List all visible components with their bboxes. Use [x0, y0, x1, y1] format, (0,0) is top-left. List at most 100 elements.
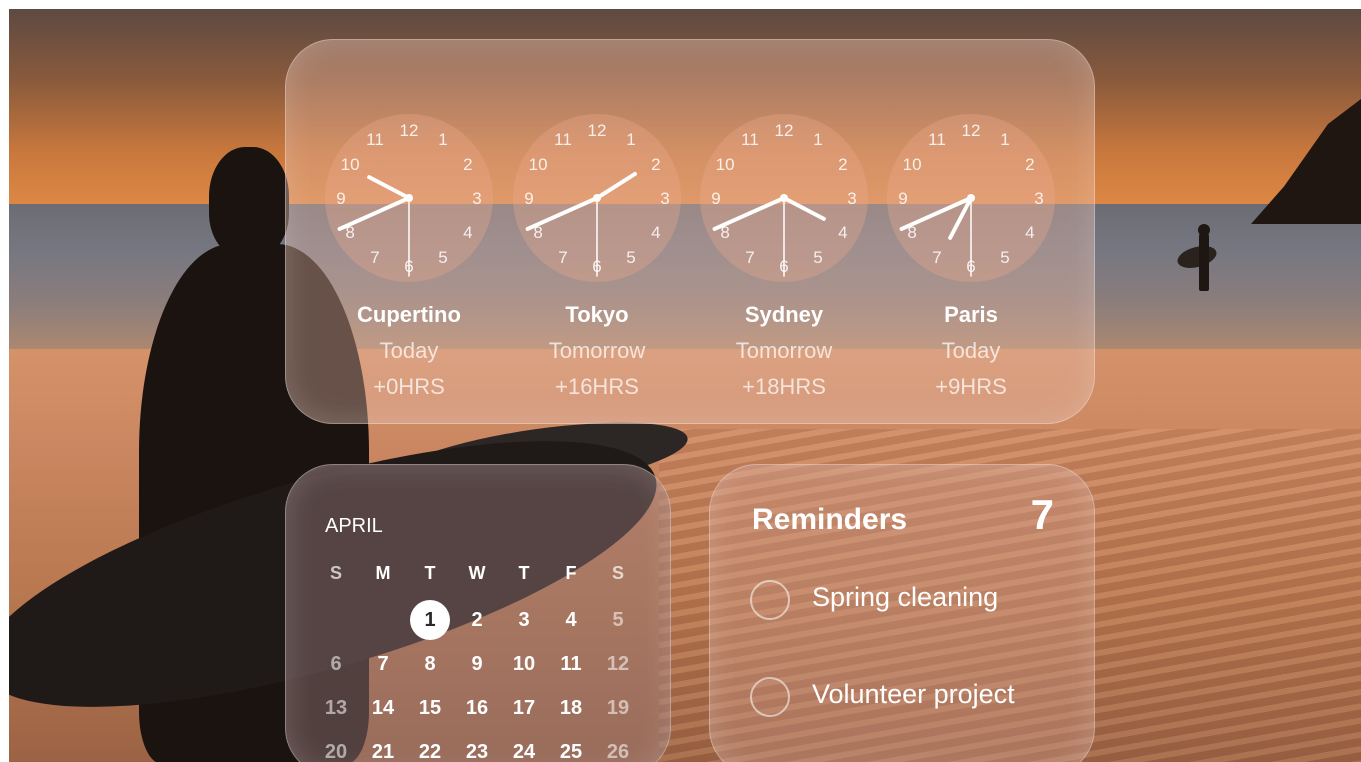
clock-column: 121234567891011 Tokyo Tomorrow +16HRS	[502, 100, 692, 400]
clock-numeral: 2	[1025, 155, 1034, 174]
clock-numeral: 2	[838, 155, 847, 174]
desktop-background: 121234567891011 Cupertino Today +0HRS 12…	[9, 9, 1361, 762]
clock-numeral: 12	[775, 121, 794, 140]
clock-day: Today	[941, 338, 1001, 363]
clock-offset: +18HRS	[742, 374, 826, 399]
world-clock-widget[interactable]: 121234567891011 Cupertino Today +0HRS 12…	[285, 39, 1095, 424]
calendar-day[interactable]: 3	[502, 598, 546, 642]
clock-numeral: 1	[813, 130, 822, 149]
calendar-day[interactable]: 26	[596, 730, 640, 762]
calendar-day[interactable]: 9	[455, 642, 499, 686]
clock-offset: +0HRS	[373, 374, 445, 399]
calendar-day[interactable]: 6	[314, 642, 358, 686]
clock-numeral: 7	[558, 248, 567, 267]
calendar-day[interactable]: 24	[502, 730, 546, 762]
clock-numeral: 1	[1000, 130, 1009, 149]
clock-column: 121234567891011 Sydney Tomorrow +18HRS	[689, 100, 879, 400]
calendar-day[interactable]: 17	[502, 686, 546, 730]
clock-numeral: 2	[651, 155, 660, 174]
clock-day: Today	[379, 338, 439, 363]
clock-numeral: 12	[588, 121, 607, 140]
clock-numeral: 12	[400, 121, 419, 140]
clock-numeral: 3	[1034, 189, 1043, 208]
city-name: Tokyo	[565, 302, 629, 327]
clock-numeral: 1	[438, 130, 447, 149]
analog-clock: 121234567891011	[513, 114, 681, 282]
clock-day: Tomorrow	[735, 338, 833, 363]
city-name: Cupertino	[357, 302, 461, 327]
clock-numeral: 3	[660, 189, 669, 208]
clock-numeral: 10	[341, 155, 360, 174]
clock-numeral: 4	[838, 223, 847, 242]
reminders-count: 7	[1030, 491, 1054, 538]
clock-numeral: 10	[903, 155, 922, 174]
clock-numeral: 5	[1000, 248, 1009, 267]
clock-numeral: 11	[366, 130, 384, 149]
weekday-label: T	[424, 563, 436, 583]
calendar-day[interactable]: 23	[455, 730, 499, 762]
clock-numeral: 7	[370, 248, 379, 267]
calendar-day[interactable]: 18	[549, 686, 593, 730]
calendar-day[interactable]: 4	[549, 598, 593, 642]
clock-numeral: 5	[813, 248, 822, 267]
surfer-head	[209, 147, 289, 257]
clock-numeral: 9	[898, 189, 907, 208]
calendar-widget[interactable]: APRIL S M T W T F S 1 2 3 4 5 6 7 8 9 10 11 12 13 14 15 16 17 18…	[285, 464, 671, 762]
today-marker: 1	[410, 600, 450, 640]
city-name: Sydney	[744, 302, 824, 327]
clock-numeral: 4	[651, 223, 660, 242]
reminders-widget[interactable]: Reminders 7 Spring cleaning Volunteer pr…	[709, 464, 1095, 762]
clock-numeral: 3	[472, 189, 481, 208]
weekday-label: F	[565, 563, 577, 583]
calendar-day[interactable]: 14	[361, 686, 405, 730]
calendar-day[interactable]: 2	[455, 598, 499, 642]
calendar-day[interactable]: 8	[408, 642, 452, 686]
calendar-day[interactable]: 12	[596, 642, 640, 686]
clock-numeral: 4	[463, 223, 472, 242]
reminder-checkbox[interactable]	[750, 677, 790, 717]
weekday-label: W	[468, 563, 486, 583]
clock-numeral: 5	[626, 248, 635, 267]
analog-clock: 121234567891011	[325, 114, 493, 282]
reminder-text: Spring cleaning	[812, 582, 999, 612]
calendar-day[interactable]: 5	[596, 598, 640, 642]
clock-numeral: 4	[1025, 223, 1034, 242]
clock-numeral: 2	[463, 155, 472, 174]
analog-clock: 121234567891011	[700, 114, 868, 282]
calendar-day[interactable]: 19	[596, 686, 640, 730]
analog-clock: 121234567891011	[887, 114, 1055, 282]
clock-numeral: 10	[529, 155, 548, 174]
clock-numeral: 7	[745, 248, 754, 267]
reminder-checkbox[interactable]	[750, 580, 790, 620]
weekday-label: S	[611, 563, 624, 583]
calendar-day[interactable]: 10	[502, 642, 546, 686]
calendar-day[interactable]: 22	[408, 730, 452, 762]
clock-numeral: 12	[962, 121, 981, 140]
weekday-label: S	[329, 563, 342, 583]
calendar-day[interactable]: 21	[361, 730, 405, 762]
reminders-title: Reminders	[752, 503, 908, 536]
clock-day: Tomorrow	[548, 338, 646, 363]
calendar-month: APRIL	[325, 515, 383, 537]
calendar-day[interactable]: 25	[549, 730, 593, 762]
clock-numeral: 7	[932, 248, 941, 267]
weekday-label: M	[375, 563, 391, 583]
clock-numeral: 9	[711, 189, 720, 208]
clock-center	[593, 194, 601, 202]
calendar-day[interactable]: 15	[408, 686, 452, 730]
calendar-day[interactable]: 11	[549, 642, 593, 686]
calendar-day-today[interactable]: 1	[408, 598, 452, 642]
city-name: Paris	[944, 302, 998, 327]
weekday-label: T	[518, 563, 530, 583]
distant-surfer	[1199, 231, 1209, 291]
calendar-day[interactable]: 16	[455, 686, 499, 730]
reminder-text: Volunteer project	[812, 679, 1015, 709]
calendar-day[interactable]: 20	[314, 730, 358, 762]
clock-center	[967, 194, 975, 202]
clock-column: 121234567891011 Cupertino Today +0HRS	[314, 100, 504, 400]
calendar-day[interactable]: 7	[361, 642, 405, 686]
calendar-day[interactable]: 13	[314, 686, 358, 730]
clock-numeral: 11	[741, 130, 759, 149]
clock-offset: +9HRS	[935, 374, 1007, 399]
clock-numeral: 1	[626, 130, 635, 149]
